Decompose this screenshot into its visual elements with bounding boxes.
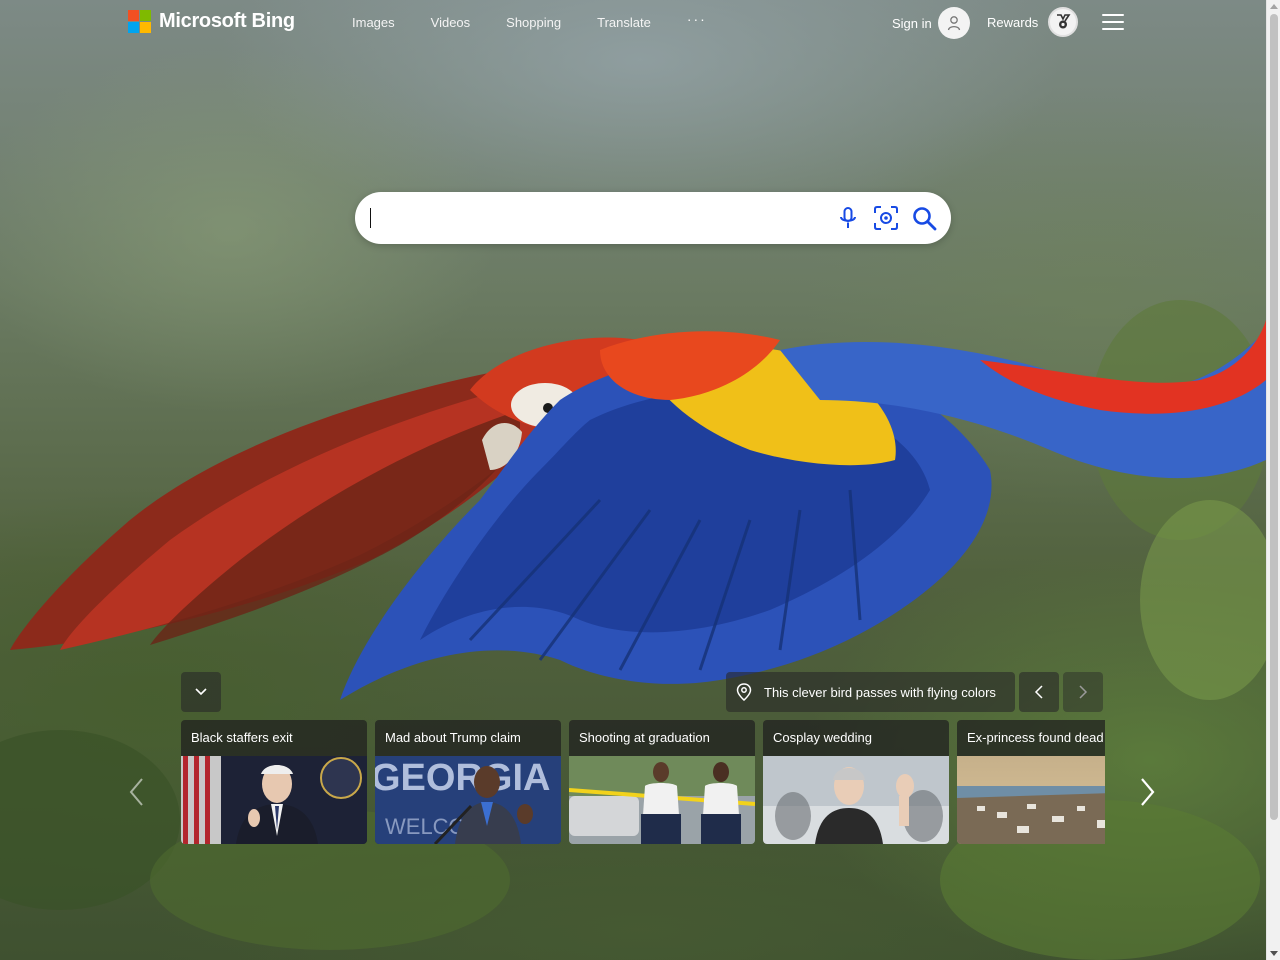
news-card[interactable]: Mad about Trump claim GEORGIA WELCOME <box>375 720 561 844</box>
microphone-icon[interactable] <box>835 205 861 231</box>
chevron-right-icon <box>1141 778 1155 806</box>
sign-in-button[interactable]: Sign in <box>892 7 970 39</box>
scrollbar-thumb[interactable] <box>1270 14 1278 820</box>
news-card[interactable]: Ex-princess found dead <box>957 720 1105 844</box>
page-scrollbar[interactable] <box>1266 0 1280 960</box>
top-header: Microsoft Bing Images Videos Shopping Tr… <box>0 0 1266 46</box>
rewards-medal-icon <box>1048 7 1079 37</box>
search-actions <box>835 205 937 231</box>
news-card-image: GEORGIA WELCOME <box>375 756 561 844</box>
rewards-label: Rewards <box>987 14 1039 30</box>
search-input[interactable] <box>370 204 820 232</box>
next-image-button[interactable] <box>1063 672 1103 712</box>
carousel-previous-button[interactable] <box>124 776 148 808</box>
previous-image-button[interactable] <box>1019 672 1059 712</box>
text-caret <box>370 208 371 228</box>
svg-text:GEORGIA: GEORGIA <box>375 757 550 799</box>
logo-square-green <box>140 10 151 21</box>
chevron-right-icon <box>1079 685 1088 699</box>
image-info-text: This clever bird passes with flying colo… <box>764 684 996 700</box>
sign-in-label: Sign in <box>892 15 932 31</box>
rewards-button[interactable]: Rewards <box>987 7 1079 37</box>
search-icon[interactable] <box>911 205 937 231</box>
chevron-down-icon <box>195 688 207 696</box>
user-avatar-icon <box>937 7 970 39</box>
location-pin-icon <box>736 683 752 701</box>
news-card-title: Ex-princess found dead <box>967 730 1104 745</box>
bing-logo[interactable]: Microsoft Bing <box>128 10 295 33</box>
nav-videos[interactable]: Videos <box>431 15 471 30</box>
chevron-left-icon <box>1034 685 1043 699</box>
nav-more-button[interactable]: ··· <box>687 11 707 30</box>
logo-square-yellow <box>140 22 151 33</box>
scroll-down-arrow-icon[interactable] <box>1270 951 1278 956</box>
news-card[interactable]: Shooting at graduation <box>569 720 755 844</box>
hamburger-menu-icon[interactable] <box>1102 14 1124 30</box>
news-card-image <box>957 756 1105 844</box>
news-card[interactable]: Cosplay wedding <box>763 720 949 844</box>
visual-search-icon[interactable] <box>873 205 899 231</box>
logo-square-blue <box>128 22 139 33</box>
carousel-next-button[interactable] <box>1136 776 1160 808</box>
news-carousel: Black staffers exit Mad about Trump clai… <box>181 720 1105 844</box>
nav-shopping[interactable]: Shopping <box>506 15 561 30</box>
news-card-image <box>569 756 755 844</box>
news-card-image <box>181 756 367 844</box>
news-card-title: Shooting at graduation <box>579 730 710 745</box>
news-card-title: Cosplay wedding <box>773 730 873 745</box>
news-card-title: Black staffers exit <box>191 730 293 745</box>
chevron-left-icon <box>129 778 143 806</box>
news-card-title: Mad about Trump claim <box>385 730 521 745</box>
news-card[interactable]: Black staffers exit <box>181 720 367 844</box>
news-card-image <box>763 756 949 844</box>
nav-translate[interactable]: Translate <box>597 15 651 30</box>
search-box <box>355 192 951 244</box>
logo-square-red <box>128 10 139 21</box>
top-nav: Images Videos Shopping Translate ··· <box>352 11 743 30</box>
logo-text: Microsoft Bing <box>159 10 295 32</box>
scroll-up-arrow-icon[interactable] <box>1270 4 1278 9</box>
nav-images[interactable]: Images <box>352 15 395 30</box>
image-of-the-day-info[interactable]: This clever bird passes with flying colo… <box>726 672 1015 712</box>
microsoft-logo-icon <box>128 10 151 33</box>
collapse-feed-button[interactable] <box>181 672 221 712</box>
